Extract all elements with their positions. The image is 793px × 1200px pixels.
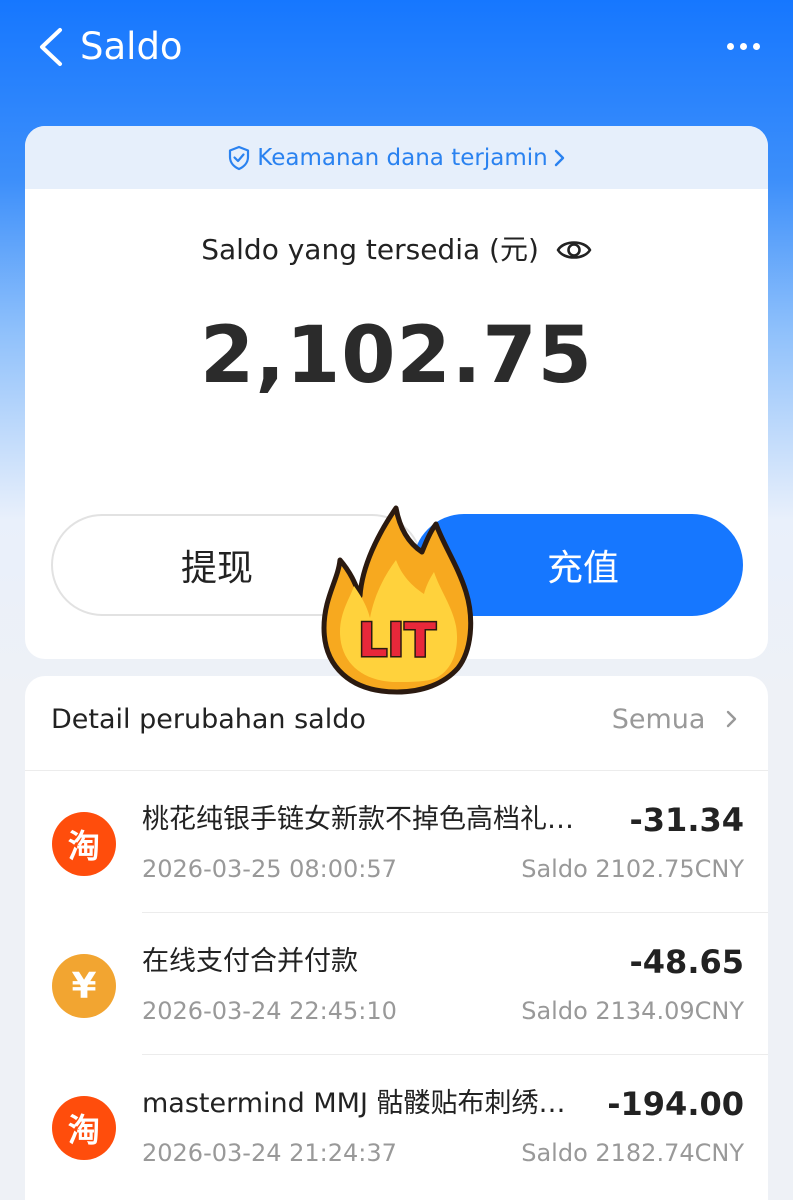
back-button[interactable] [34,26,68,68]
transaction-name: 桃花纯银手链女新款不掉色高档礼物送女友闺蜜 [142,804,600,835]
divider [142,912,768,913]
transaction-row[interactable]: 淘 mastermind MMJ 骷髅贴布刺绣卫衣男 -194.00 2026-… [25,1084,768,1200]
lit-fire-sticker: LIT [321,505,474,695]
available-balance-label: Saldo yang tersedia (元) [201,233,539,266]
page-title: Saldo [80,25,183,68]
transaction-name: 在线支付合并付款 [142,946,358,977]
chevron-right-icon [726,710,737,728]
view-all-link[interactable]: Semua [612,700,738,740]
transaction-date: 2026-03-24 22:45:10 [142,997,397,1025]
top-bar: Saldo [0,0,793,100]
transaction-row[interactable]: ¥ 在线支付合并付款 -48.65 2026-03-24 22:45:10 Sa… [25,942,768,1084]
chevron-left-icon [40,28,62,66]
shield-check-icon [229,145,250,170]
transaction-date: 2026-03-25 08:00:57 [142,855,397,883]
sticker-text: LIT [358,613,436,667]
transaction-amount: -31.34 [629,801,745,839]
transaction-name: mastermind MMJ 骷髅贴布刺绣卫衣男 [142,1088,582,1119]
next-card-edge [25,1190,135,1200]
more-options-button[interactable] [723,30,763,60]
eye-icon[interactable] [556,234,592,266]
safety-banner-text: Keamanan dana terjamin [257,144,548,171]
detail-title: Detail perubahan saldo [51,704,366,735]
balance-amount: 2,102.75 [200,311,593,401]
available-balance-row: Saldo yang tersedia (元) [25,230,768,270]
chevron-right-icon [554,149,564,166]
transaction-balance: Saldo 2182.74CNY [521,1139,744,1167]
transaction-date: 2026-03-24 21:24:37 [142,1139,397,1167]
view-all-label: Semua [611,704,706,735]
taobao-icon: 淘 [52,1096,116,1160]
divider [25,770,768,771]
transaction-amount: -48.65 [629,943,745,981]
more-dots-icon [727,43,734,50]
yuan-icon: ¥ [52,954,116,1018]
transaction-row[interactable]: 淘 桃花纯银手链女新款不掉色高档礼物送女友闺蜜 -31.34 2026-03-2… [25,800,768,942]
transaction-balance: Saldo 2134.09CNY [521,997,744,1025]
taobao-icon: 淘 [52,812,116,876]
divider [142,1054,768,1055]
balance-detail-card: Detail perubahan saldo Semua 淘 桃花纯银手链女新款… [25,676,768,1200]
safety-banner[interactable]: Keamanan dana terjamin [25,126,768,189]
transaction-amount: -194.00 [607,1085,744,1123]
transaction-balance: Saldo 2102.75CNY [521,855,744,883]
